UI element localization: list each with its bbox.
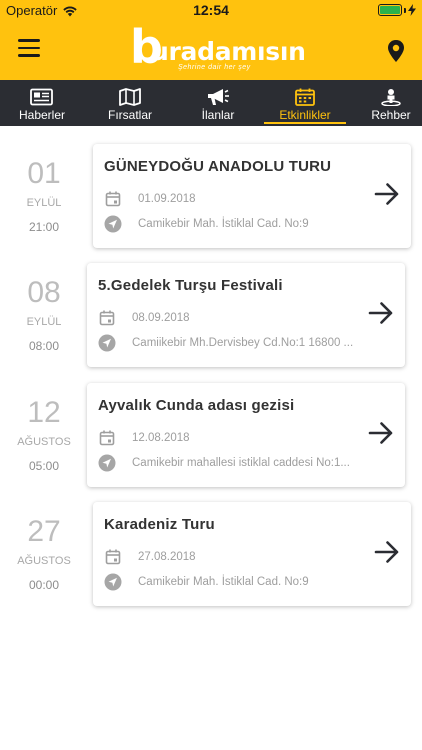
list-item: 08 EYLÜL 08:00 5.Gedelek Turşu Festivali… bbox=[0, 263, 422, 367]
tab-label: Etkinlikler bbox=[279, 108, 331, 122]
event-date: 12.08.2018 bbox=[132, 432, 190, 444]
calendar-small-icon bbox=[104, 190, 122, 208]
active-tab-indicator bbox=[264, 122, 346, 124]
event-card[interactable]: Karadeniz Turu 27.08.2018 Camikebir Mah.… bbox=[93, 502, 411, 606]
app-header: b uradamısın Şehrine dair her şey bbox=[0, 20, 422, 80]
event-title: 5.Gedelek Turşu Festivali bbox=[98, 277, 283, 294]
event-location: Camiikebir Mh.Dervisbey Cd.No:1 16800 ..… bbox=[132, 337, 354, 349]
tab-haberler[interactable]: Haberler bbox=[2, 80, 82, 126]
event-day: 01 bbox=[27, 157, 61, 190]
event-month: AĞUSTOS bbox=[17, 555, 71, 567]
hamburger-menu-button[interactable] bbox=[18, 39, 40, 59]
calendar-small-icon bbox=[98, 429, 116, 447]
newspaper-icon bbox=[30, 88, 53, 106]
tab-label: İlanlar bbox=[201, 108, 235, 122]
app-logo: b uradamısın Şehrine dair her şey bbox=[130, 24, 306, 74]
event-title: Karadeniz Turu bbox=[104, 516, 215, 533]
event-time: 05:00 bbox=[28, 459, 60, 473]
tab-ilanlar[interactable]: İlanlar bbox=[178, 80, 258, 126]
event-date: 27.08.2018 bbox=[138, 551, 196, 563]
guide-pin-icon bbox=[381, 89, 401, 106]
event-card[interactable]: 5.Gedelek Turşu Festivali 08.09.2018 Cam… bbox=[87, 263, 405, 367]
event-date: 08.09.2018 bbox=[132, 312, 190, 324]
charging-bolt-icon bbox=[408, 4, 416, 16]
event-location-row: Camikebir Mah. İstiklal Cad. No:9 bbox=[104, 573, 309, 591]
list-item: 12 AĞUSTOS 05:00 Ayvalık Cunda adası gez… bbox=[0, 383, 422, 487]
list-item: 27 AĞUSTOS 00:00 Karadeniz Turu 27.08.20… bbox=[0, 502, 422, 606]
event-day: 08 bbox=[27, 276, 61, 309]
calendar-small-icon bbox=[98, 309, 116, 327]
event-date: 01.09.2018 bbox=[138, 193, 196, 205]
arrow-right-icon[interactable] bbox=[367, 419, 395, 447]
category-tab-bar: Haberler Fırsatlar İlanlar Etkinlikler R… bbox=[0, 80, 422, 126]
event-time: 21:00 bbox=[28, 220, 60, 234]
logo-text: uradamısın bbox=[151, 37, 306, 66]
logo-tagline: Şehrine dair her şey bbox=[178, 64, 251, 71]
event-title: Ayvalık Cunda adası gezisi bbox=[98, 397, 295, 414]
tab-label: Haberler bbox=[18, 108, 66, 122]
location-pin-icon[interactable] bbox=[386, 39, 406, 63]
event-time: 08:00 bbox=[28, 339, 60, 353]
status-bar: Operatör 12:54 bbox=[0, 0, 422, 20]
event-date-row: 27.08.2018 bbox=[104, 548, 196, 566]
map-icon bbox=[119, 88, 141, 106]
menu-icon-bar bbox=[18, 54, 40, 57]
megaphone-icon bbox=[208, 89, 229, 105]
navigation-icon bbox=[104, 215, 122, 233]
event-card[interactable]: GÜNEYDOĞU ANADOLU TURU 01.09.2018 Camike… bbox=[93, 144, 411, 248]
event-location: Camikebir Mah. İstiklal Cad. No:9 bbox=[138, 218, 309, 230]
event-location-row: Camikebir Mah. İstiklal Cad. No:9 bbox=[104, 215, 309, 233]
event-day: 27 bbox=[27, 515, 61, 548]
event-time: 00:00 bbox=[28, 578, 60, 592]
calendar-icon bbox=[295, 88, 315, 106]
menu-icon-bar bbox=[18, 39, 40, 42]
event-title: GÜNEYDOĞU ANADOLU TURU bbox=[104, 158, 332, 175]
event-location: Camikebir mahallesi istiklal caddesi No:… bbox=[132, 457, 350, 469]
event-month: EYLÜL bbox=[26, 197, 62, 209]
tab-rehber[interactable]: Rehber bbox=[356, 80, 422, 126]
event-location-row: Camikebir mahallesi istiklal caddesi No:… bbox=[98, 454, 350, 472]
event-date-row: 08.09.2018 bbox=[98, 309, 190, 327]
arrow-right-icon[interactable] bbox=[367, 299, 395, 327]
event-location: Camikebir Mah. İstiklal Cad. No:9 bbox=[138, 576, 309, 588]
arrow-right-icon[interactable] bbox=[373, 180, 401, 208]
event-card[interactable]: Ayvalık Cunda adası gezisi 12.08.2018 Ca… bbox=[87, 383, 405, 487]
tab-etkinlikler[interactable]: Etkinlikler bbox=[264, 80, 346, 126]
event-location-row: Camiikebir Mh.Dervisbey Cd.No:1 16800 ..… bbox=[98, 334, 353, 352]
menu-icon-bar bbox=[18, 46, 40, 49]
calendar-small-icon bbox=[104, 548, 122, 566]
event-date-row: 01.09.2018 bbox=[104, 190, 196, 208]
event-month: AĞUSTOS bbox=[17, 436, 71, 448]
event-day: 12 bbox=[27, 396, 61, 429]
navigation-icon bbox=[104, 573, 122, 591]
navigation-icon bbox=[98, 334, 116, 352]
tab-label: Fırsatlar bbox=[107, 108, 152, 122]
navigation-icon bbox=[98, 454, 116, 472]
arrow-right-icon[interactable] bbox=[373, 538, 401, 566]
event-date-row: 12.08.2018 bbox=[98, 429, 190, 447]
battery-icon bbox=[378, 4, 402, 16]
clock: 12:54 bbox=[193, 2, 229, 18]
battery-indicator bbox=[378, 4, 416, 16]
tab-firsatlar[interactable]: Fırsatlar bbox=[88, 80, 172, 126]
tab-label: Rehber bbox=[371, 108, 411, 122]
event-month: EYLÜL bbox=[26, 316, 62, 328]
list-item: 01 EYLÜL 21:00 GÜNEYDOĞU ANADOLU TURU 01… bbox=[0, 144, 422, 248]
